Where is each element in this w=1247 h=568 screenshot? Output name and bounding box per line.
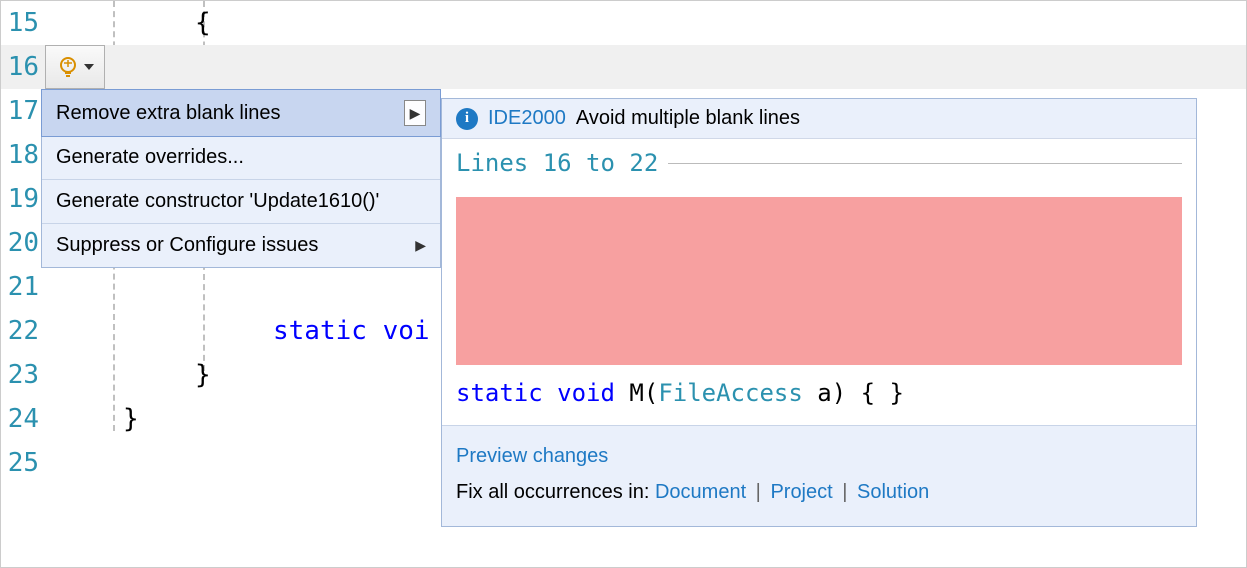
chevron-right-icon: ▶ (415, 237, 426, 254)
code-line: { (45, 1, 1246, 45)
chevron-down-icon (84, 64, 94, 70)
brace-open: { (105, 8, 211, 38)
fix-all-label: Fix all occurrences in: (456, 481, 655, 503)
preview-body: Lines 16 to 22 static void M(FileAccess … (442, 139, 1196, 425)
code-keyword: void (557, 379, 615, 407)
line-number: 19 (1, 177, 45, 221)
chevron-right-icon: ▶ (410, 105, 421, 122)
brace-close: } (105, 360, 211, 390)
diagnostic-id: IDE2000 (488, 107, 566, 130)
line-number: 16 (1, 45, 45, 89)
code-line-current (45, 45, 1246, 89)
preview-changes-link[interactable]: Preview changes (456, 445, 608, 467)
line-number-gutter: 15 16 17 18 19 20 21 22 23 24 25 (1, 1, 45, 567)
submenu-indicator: ▶ (404, 100, 426, 126)
diagnostic-message: Avoid multiple blank lines (576, 107, 800, 130)
code-text: M( (615, 379, 658, 407)
quick-actions-button[interactable] (45, 45, 105, 89)
code-type: FileAccess (658, 379, 803, 407)
line-number: 17 (1, 89, 45, 133)
preview-footer: Preview changes Fix all occurrences in: … (442, 425, 1196, 526)
line-number: 23 (1, 353, 45, 397)
line-number: 21 (1, 265, 45, 309)
code-text: a) { } (803, 379, 904, 407)
line-number: 22 (1, 309, 45, 353)
fix-project-link[interactable]: Project (770, 481, 832, 503)
separator: | (837, 481, 853, 503)
line-number: 20 (1, 221, 45, 265)
code-keyword: static (456, 379, 543, 407)
preview-header: i IDE2000 Avoid multiple blank lines (442, 99, 1196, 139)
divider (668, 163, 1182, 164)
quick-actions-menu: Remove extra blank lines ▶ Generate over… (41, 89, 441, 268)
fix-solution-link[interactable]: Solution (857, 481, 929, 503)
line-number: 18 (1, 133, 45, 177)
preview-range-label: Lines 16 to 22 (456, 149, 1182, 177)
line-number: 24 (1, 397, 45, 441)
action-suppress-configure[interactable]: Suppress or Configure issues ▶ (42, 224, 440, 267)
line-number: 15 (1, 1, 45, 45)
action-label: Suppress or Configure issues (56, 234, 318, 257)
removed-lines-block (456, 197, 1182, 365)
action-generate-overrides[interactable]: Generate overrides... (42, 136, 440, 180)
action-generate-constructor[interactable]: Generate constructor 'Update1610()' (42, 180, 440, 224)
info-icon: i (456, 108, 478, 130)
code-keyword: static voi (105, 316, 430, 346)
range-text: Lines 16 to 22 (456, 149, 658, 177)
code-fix-preview-panel: i IDE2000 Avoid multiple blank lines Lin… (441, 98, 1197, 527)
separator: | (750, 481, 766, 503)
action-label: Generate overrides... (56, 146, 244, 169)
action-remove-blank-lines[interactable]: Remove extra blank lines ▶ (41, 89, 441, 137)
brace-close: } (105, 404, 139, 434)
fix-document-link[interactable]: Document (655, 481, 746, 503)
lightbulb-icon (56, 55, 80, 79)
code-preview-line: static void M(FileAccess a) { } (456, 379, 1182, 407)
action-label: Remove extra blank lines (56, 102, 281, 125)
line-number: 25 (1, 441, 45, 485)
action-label: Generate constructor 'Update1610()' (56, 190, 379, 213)
